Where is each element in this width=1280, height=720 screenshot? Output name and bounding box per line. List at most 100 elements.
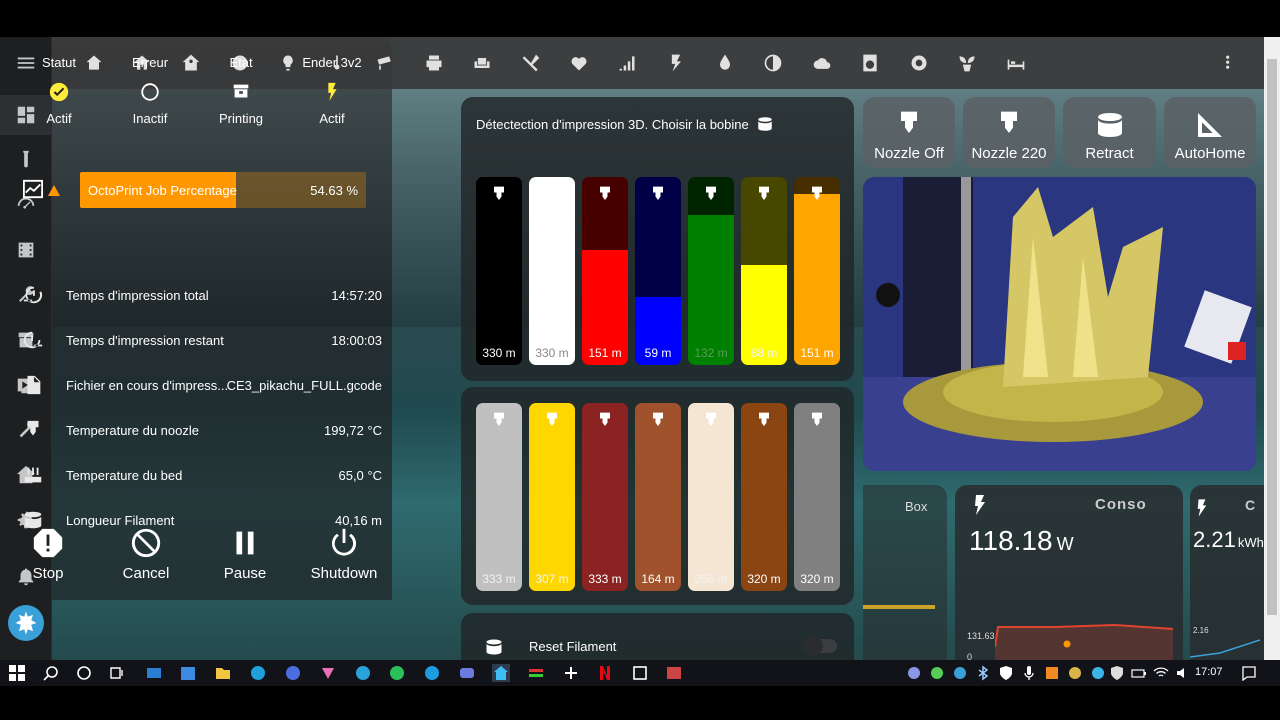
energy-unit: kWh: [1237, 535, 1264, 550]
top-spool-6[interactable]: 88 m: [741, 177, 787, 365]
bottom-spool-4[interactable]: 164 m: [635, 403, 681, 591]
edge-browser-icon[interactable]: [249, 664, 267, 682]
job-progress-bar: OctoPrint Job Percentage 54.63 %: [80, 172, 366, 208]
skype-icon[interactable]: [423, 664, 441, 682]
tab-flash-icon[interactable]: [664, 51, 688, 75]
bottom-spool-3[interactable]: 333 m: [582, 403, 628, 591]
nozzle-off-button[interactable]: Nozzle Off: [863, 97, 955, 168]
row-remaining-time[interactable]: Temps d'impression restant 18:00:03: [22, 325, 382, 355]
tray-app-icon[interactable]: [928, 664, 946, 682]
page-scrollbar[interactable]: [1264, 37, 1280, 660]
tray-orange-icon[interactable]: [1043, 664, 1061, 682]
bottom-spool-7[interactable]: 320 m: [794, 403, 840, 591]
job-percentage-row[interactable]: OctoPrint Job Percentage 54.63 %: [22, 171, 380, 209]
whatsapp-icon[interactable]: [388, 664, 406, 682]
button-label: Nozzle 220: [971, 145, 1047, 162]
avatar[interactable]: [8, 605, 44, 641]
reset-filament-toggle[interactable]: [803, 636, 837, 656]
circle-outline-icon[interactable]: [105, 73, 195, 111]
bottom-spool-6[interactable]: 320 m: [741, 403, 787, 591]
bottom-spool-2[interactable]: 307 m: [529, 403, 575, 591]
bottom-spool-1[interactable]: 333 m: [476, 403, 522, 591]
sidebar-item-film[interactable]: [0, 230, 52, 270]
row-label: Temps d'impression total: [66, 287, 209, 303]
tray-security-icon[interactable]: [1108, 664, 1126, 682]
search-icon[interactable]: [42, 664, 60, 682]
windows-start-icon[interactable]: [8, 664, 26, 682]
top-spool-7[interactable]: 151 m: [794, 177, 840, 365]
notification-center-icon[interactable]: [1240, 664, 1258, 682]
volume-icon[interactable]: [1174, 664, 1192, 682]
tab-plant-icon[interactable]: [955, 51, 979, 75]
tab-sofa-icon[interactable]: [470, 51, 494, 75]
tab-silverware-icon[interactable]: [519, 51, 543, 75]
tab-robot-vacuum-icon[interactable]: [907, 51, 931, 75]
tab-bed-icon[interactable]: [1004, 51, 1028, 75]
app-icon-snip[interactable]: [631, 664, 649, 682]
tab-water-icon[interactable]: [713, 51, 737, 75]
discord-icon[interactable]: [458, 664, 476, 682]
mail-icon[interactable]: [145, 664, 163, 682]
app-icon-plus[interactable]: [562, 664, 580, 682]
scrollbar-thumb[interactable]: [1267, 59, 1277, 615]
printer-3d-icon[interactable]: [196, 73, 286, 111]
shutdown-button[interactable]: Shutdown: [296, 521, 392, 582]
tab-washing-machine-icon[interactable]: [858, 51, 882, 75]
tray-app-icon-4[interactable]: [1089, 664, 1107, 682]
row-current-file[interactable]: Fichier en cours d'impress... CE3_pikach…: [22, 370, 382, 400]
top-spool-3[interactable]: 151 m: [582, 177, 628, 365]
tab-globe-icon[interactable]: [761, 51, 785, 75]
more-options-icon[interactable]: [1214, 51, 1238, 75]
energy-total-card[interactable]: C 2.21 kWh 2.16: [1190, 485, 1270, 660]
stop-button[interactable]: Stop: [0, 521, 96, 582]
battery-icon[interactable]: [1130, 664, 1148, 682]
autohome-button[interactable]: AutoHome: [1164, 97, 1256, 168]
tab-heart-icon[interactable]: [567, 51, 591, 75]
task-view-icon[interactable]: [108, 664, 126, 682]
home-assistant-taskbar-icon[interactable]: [492, 664, 510, 682]
app-icon-red-green[interactable]: [527, 664, 545, 682]
row-nozzle-temp[interactable]: Temperature du noozle 199,72 °C: [22, 415, 382, 445]
status-column-ender: Ender 3v2 Actif: [287, 55, 377, 126]
reset-filament-label: Reset Filament: [529, 639, 617, 654]
nozzle-icon: [863, 97, 955, 141]
cancel-button[interactable]: Cancel: [98, 521, 194, 582]
taskbar-clock[interactable]: 17:07: [1195, 666, 1223, 678]
top-spool-1[interactable]: 330 m: [476, 177, 522, 365]
reset-filament-row[interactable]: Reset Filament: [461, 613, 854, 660]
pause-button[interactable]: Pause: [197, 521, 293, 582]
bottom-spool-5[interactable]: 256 m: [688, 403, 734, 591]
nozzle-220-button[interactable]: Nozzle 220: [963, 97, 1055, 168]
row-total-time[interactable]: Temps d'impression total 14:57:20: [22, 280, 382, 310]
app-icon-pink[interactable]: [319, 664, 337, 682]
app-icon-window[interactable]: [665, 664, 683, 682]
tray-discord-icon[interactable]: [905, 664, 923, 682]
bluetooth-icon[interactable]: [974, 664, 992, 682]
tray-shield-icon[interactable]: [997, 664, 1015, 682]
tab-weather-cloudy-icon[interactable]: [810, 51, 834, 75]
tab-printer-icon[interactable]: [422, 51, 446, 75]
cortana-icon[interactable]: [75, 664, 93, 682]
microphone-icon[interactable]: [1020, 664, 1038, 682]
browser-icon[interactable]: [284, 664, 302, 682]
power-consumption-card[interactable]: Conso 118.18 W 131.63 0: [955, 485, 1183, 660]
printer-camera-feed[interactable]: [863, 177, 1256, 471]
box-card[interactable]: Box: [863, 485, 947, 660]
top-spool-2[interactable]: 330 m: [529, 177, 575, 365]
top-spool-4[interactable]: 59 m: [635, 177, 681, 365]
calendar-icon[interactable]: [179, 664, 197, 682]
check-circle-icon[interactable]: [14, 73, 104, 111]
telegram-icon[interactable]: [354, 664, 372, 682]
netflix-icon[interactable]: [596, 664, 614, 682]
wifi-icon[interactable]: [1152, 664, 1170, 682]
energy-chart-max: 2.16: [1193, 626, 1209, 635]
row-bed-temp[interactable]: Temperature du bed 65,0 °C: [22, 460, 382, 490]
tab-signal-icon[interactable]: [615, 51, 639, 75]
tray-app-icon-3[interactable]: [1066, 664, 1084, 682]
top-spool-5[interactable]: 132 m: [688, 177, 734, 365]
retract-button[interactable]: Retract: [1063, 97, 1156, 168]
flash-icon[interactable]: [287, 73, 377, 111]
tray-app-icon-2[interactable]: [951, 664, 969, 682]
spool-level-fill: [688, 403, 734, 591]
file-explorer-icon[interactable]: [214, 664, 232, 682]
